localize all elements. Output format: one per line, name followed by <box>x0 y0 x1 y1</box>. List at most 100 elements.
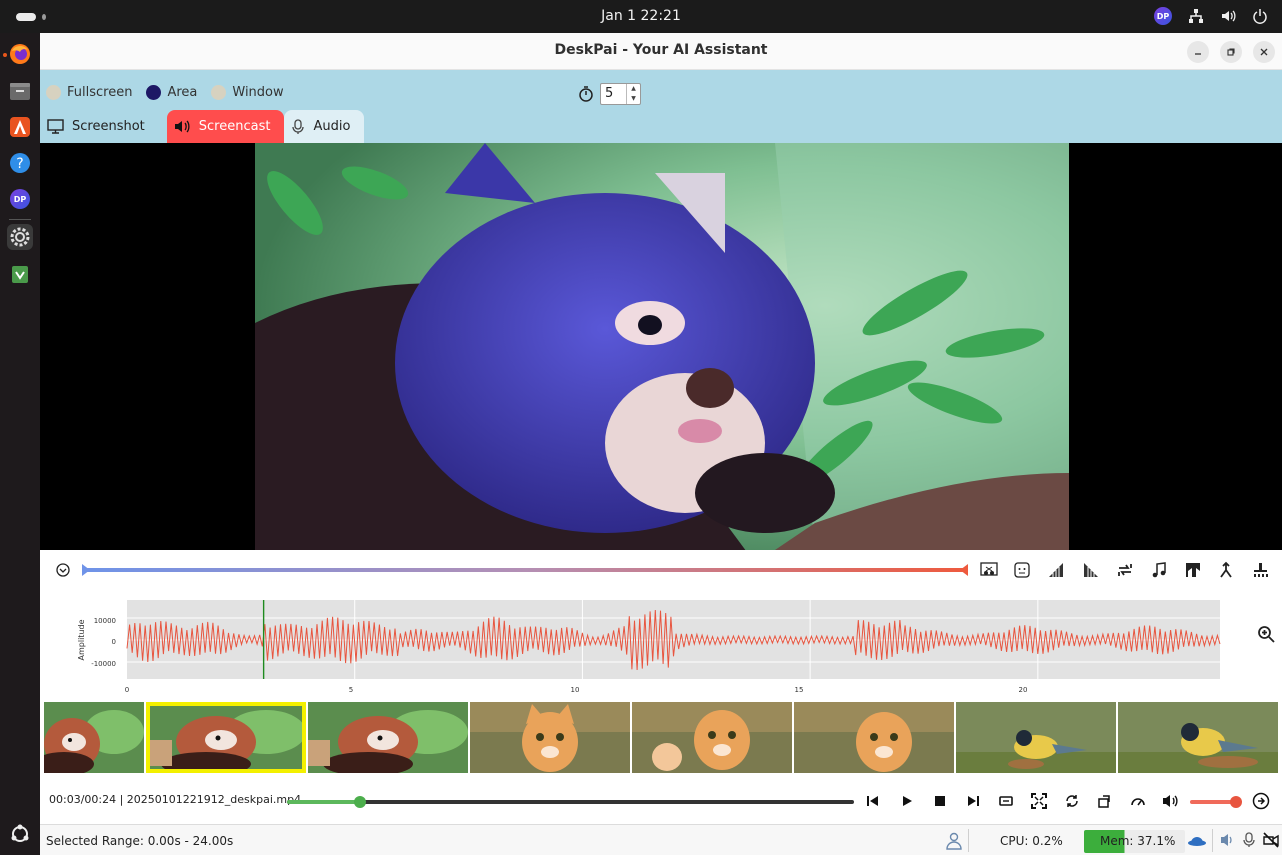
network-icon[interactable] <box>1188 8 1204 24</box>
radio-button[interactable] <box>211 85 227 100</box>
trim-range-slider[interactable] <box>86 568 966 572</box>
zoom-in-button[interactable] <box>1257 625 1275 647</box>
watermark-icon[interactable] <box>1184 561 1202 579</box>
x-tick-label: 5 <box>349 686 353 694</box>
speed-button[interactable] <box>1129 792 1147 810</box>
stop-button[interactable] <box>931 792 949 810</box>
selected-range-text: Selected Range: 0.00s - 24.00s <box>46 834 234 848</box>
audio-waveform[interactable]: Amplitude 10000 0 -10000 0 5 10 15 20 <box>40 590 1282 700</box>
title-bar[interactable]: DeskPai - Your AI Assistant <box>40 33 1282 70</box>
settings-icon[interactable] <box>7 224 33 250</box>
face-blur-icon[interactable] <box>1013 561 1031 579</box>
microphone-status-icon[interactable] <box>1242 832 1256 848</box>
next-frame-button[interactable] <box>1252 792 1270 810</box>
fade-out-icon[interactable] <box>1082 561 1100 579</box>
zoom-in-icon <box>1258 626 1275 643</box>
spin-down-icon[interactable]: ▼ <box>627 94 640 104</box>
trim-start-handle[interactable] <box>82 564 90 576</box>
deskpai-icon[interactable]: DP <box>7 186 33 212</box>
mode-label: Area <box>167 85 198 100</box>
loop-button[interactable] <box>1063 792 1081 810</box>
y-tick-label: 10000 <box>94 617 116 625</box>
thumbnail-red-panda[interactable] <box>44 702 144 773</box>
rotate-button[interactable] <box>1096 792 1114 810</box>
speedometer-icon <box>1131 798 1145 806</box>
minimize-button[interactable] <box>1187 41 1209 63</box>
collapse-chevron-icon[interactable] <box>54 561 72 579</box>
tab-screenshot[interactable]: Screenshot <box>40 110 159 143</box>
power-icon[interactable] <box>1252 8 1268 24</box>
deskpai-window: DeskPai - Your AI Assistant Fullscreen A… <box>40 33 1282 855</box>
radio-button[interactable] <box>146 85 162 100</box>
seek-bar[interactable] <box>287 796 854 808</box>
files-icon[interactable] <box>7 78 33 104</box>
skip-back-button[interactable] <box>864 792 882 810</box>
help-icon[interactable]: ? <box>7 150 33 176</box>
red-panda-image <box>255 143 1069 550</box>
hat-icon[interactable] <box>1187 832 1207 848</box>
mode-window[interactable]: Window <box>211 85 284 100</box>
volume-icon[interactable] <box>1220 8 1236 24</box>
app-center-icon[interactable] <box>7 114 33 140</box>
fade-in-icon[interactable] <box>1047 561 1065 579</box>
close-button[interactable] <box>1253 41 1275 63</box>
thumbnail-kitten[interactable] <box>470 702 630 773</box>
stop-icon <box>935 796 945 806</box>
status-divider <box>968 829 969 852</box>
thumbnail-red-panda[interactable] <box>308 702 468 773</box>
mode-area[interactable]: Area <box>146 85 197 100</box>
merge-icon[interactable] <box>1217 561 1235 579</box>
delay-spinbox[interactable]: 5 ▲ ▼ <box>600 83 641 105</box>
spin-arrows[interactable]: ▲ ▼ <box>626 84 640 104</box>
music-note-icon[interactable] <box>1150 561 1168 579</box>
y-axis-label: Amplitude <box>77 619 86 660</box>
firefox-icon[interactable] <box>7 41 33 67</box>
convert-icon[interactable] <box>1116 561 1134 579</box>
volume-handle[interactable] <box>1230 796 1242 808</box>
thumbnail-kitten[interactable] <box>794 702 954 773</box>
user-icon[interactable] <box>946 832 962 850</box>
trim-end-handle[interactable] <box>960 564 968 576</box>
subtitles-icon <box>999 796 1013 806</box>
y-tick-label: -10000 <box>91 660 116 668</box>
tab-label: Audio <box>313 119 351 134</box>
maximize-button[interactable] <box>1220 41 1242 63</box>
speaker-status-icon[interactable] <box>1220 832 1236 848</box>
restore-icon <box>1227 48 1235 56</box>
deskpai-tray-icon[interactable]: DP <box>1154 7 1172 25</box>
x-tick-label: 10 <box>571 686 580 694</box>
rotate-icon <box>1098 795 1110 808</box>
camera-off-icon[interactable] <box>1263 832 1279 848</box>
stopwatch-icon <box>579 86 593 102</box>
trash-icon[interactable] <box>7 261 33 287</box>
export-icon[interactable] <box>1252 561 1270 579</box>
play-icon <box>903 796 912 806</box>
video-preview[interactable] <box>40 143 1282 550</box>
dock-separator <box>9 219 31 220</box>
thumbnail-bird[interactable] <box>1118 702 1278 773</box>
tab-screencast[interactable]: Screencast <box>166 110 285 143</box>
thumbnail-bird[interactable] <box>956 702 1116 773</box>
mute-button[interactable] <box>1162 792 1180 810</box>
seek-handle[interactable] <box>354 796 366 808</box>
mode-fullscreen[interactable]: Fullscreen <box>46 85 132 100</box>
radio-button[interactable] <box>46 85 61 100</box>
thumbnail-kitten[interactable] <box>632 702 792 773</box>
thumbnail-red-panda-selected[interactable] <box>146 702 306 773</box>
deskpai-badge: DP <box>10 189 30 209</box>
skip-forward-button[interactable] <box>964 792 982 810</box>
capture-tabs: Screenshot Screencast Audio <box>40 110 365 143</box>
tab-audio[interactable]: Audio <box>284 110 365 143</box>
subtitles-button[interactable] <box>997 792 1015 810</box>
x-tick-label: 15 <box>795 686 804 694</box>
fullscreen-button[interactable] <box>1030 792 1048 810</box>
show-apps-icon[interactable] <box>7 821 33 847</box>
cut-icon[interactable] <box>980 561 998 579</box>
volume-slider[interactable] <box>1190 796 1242 808</box>
volume-icon <box>1163 795 1178 807</box>
clock[interactable]: Jan 1 22:21 <box>0 8 1282 24</box>
play-button[interactable] <box>898 792 916 810</box>
system-top-bar: Jan 1 22:21 DP <box>0 0 1282 33</box>
cpu-usage: CPU: 0.2% <box>1000 834 1063 848</box>
spin-up-icon[interactable]: ▲ <box>627 84 640 94</box>
